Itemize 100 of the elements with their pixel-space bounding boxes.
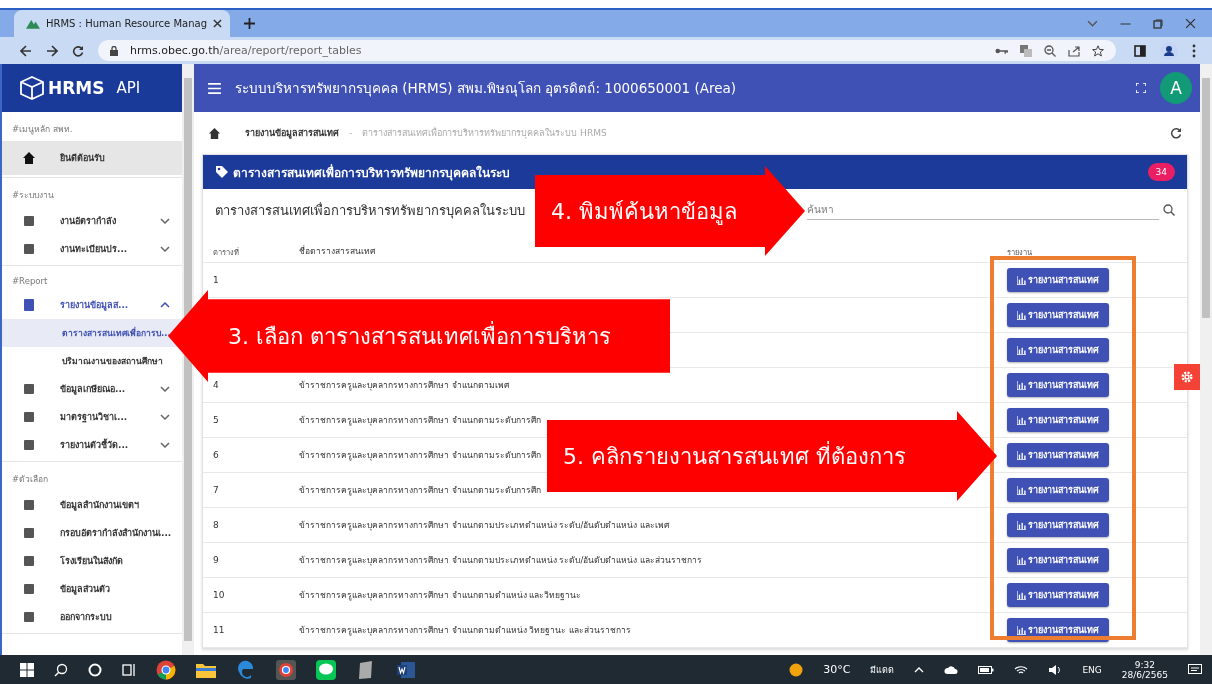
table-cell: ข้าราชการครูและบุคลากรทางการศึกษา จำแนกตามระดับการศึก [299, 415, 541, 425]
restore-icon[interactable] [1153, 18, 1163, 29]
report-button[interactable]: รายงานสารสนเทศ [1007, 373, 1109, 397]
wifi-icon[interactable] [1014, 664, 1029, 675]
speaker-icon[interactable] [1048, 663, 1063, 676]
report-button[interactable]: รายงานสารสนเทศ [1007, 338, 1109, 362]
breadcrumb-link[interactable]: รายงานข้อมูลสารสนเทศ [245, 126, 339, 140]
table-cell: ข้าราชการครูและบุคลากรทางการศึกษา จำแนกตามประเภทตำแหน่ง ระดับ/อันดับตำแหน่ง และเพศ [299, 520, 669, 530]
report-button[interactable]: รายงานสารสนเทศ [1007, 548, 1109, 572]
bar-chart-icon [1017, 625, 1026, 635]
bar-chart-icon [1017, 415, 1026, 425]
column-header: ชื่อตารางสารสนเทศ [299, 244, 376, 258]
count-badge: 34 [1147, 163, 1175, 181]
temperature-text: 30°C [823, 663, 851, 676]
zoom-out-icon[interactable] [1044, 44, 1056, 57]
report-button[interactable]: รายงานสารสนเทศ [1007, 303, 1109, 327]
submenu-item[interactable]: ปริมาณงานของสถานศึกษา [2, 347, 182, 375]
scrollbar[interactable] [182, 64, 194, 655]
bar-chart-icon [1017, 275, 1026, 285]
menu-item[interactable]: กรอบอัตรากำลังสำนักงานเ... [2, 519, 182, 547]
section-header: #Report [11, 275, 49, 288]
chevron-up-icon[interactable] [914, 666, 925, 673]
menu-item[interactable]: ข้อมูลเกษียณอ... [2, 375, 182, 403]
side-panel-icon[interactable] [1134, 44, 1146, 57]
chat-icon[interactable] [316, 659, 336, 680]
bar-chart-icon [1017, 345, 1026, 355]
refresh-icon[interactable] [1170, 127, 1182, 139]
new-tab-icon[interactable] [244, 18, 255, 29]
language-indicator[interactable]: ENG [1082, 664, 1102, 675]
report-button[interactable]: รายงานสารสนเทศ [1007, 583, 1109, 607]
more-icon[interactable] [1192, 43, 1196, 58]
table-cell: 8 [213, 520, 219, 530]
bar-chart-icon [1017, 450, 1026, 460]
menu-item[interactable]: ข้อมูลส่วนตัว [2, 575, 182, 603]
translate-icon[interactable] [1020, 44, 1032, 57]
report-button[interactable]: รายงานสารสนเทศ [1007, 408, 1109, 432]
browser-tab[interactable]: HRMS : Human Resource Manag [14, 10, 230, 37]
forward-icon[interactable] [46, 44, 58, 57]
search-icon [1163, 204, 1175, 216]
cloud-icon[interactable] [944, 664, 959, 675]
box-logo-icon [20, 76, 44, 100]
circle-icon[interactable] [88, 662, 102, 677]
report-button[interactable]: รายงานสารสนเทศ [1007, 268, 1109, 292]
bar-chart-icon [1017, 485, 1026, 495]
callout-text: 4. พิมพ์ค้นหาข้อมูล [550, 197, 737, 227]
menu-item[interactable]: งานอัตรากำลัง [2, 207, 182, 235]
folder-icon[interactable] [196, 661, 216, 678]
table-cell: 1 [213, 275, 219, 285]
logo-subtitle: API [116, 79, 141, 97]
battery-icon[interactable] [978, 665, 995, 674]
table-cell: ข้าราชการครูและบุคลากรทางการศึกษา จำแนกตามระดับการศึก [299, 450, 541, 460]
share-icon[interactable] [1068, 44, 1080, 57]
table-cell: ข้าราชการครูและบุคลากรทางการศึกษา จำแนกตามประเภทตำแหน่ง ระดับ/อันดับตำแหน่ง และส่วนราชการ [299, 555, 702, 565]
report-button[interactable]: รายงานสารสนเทศ [1007, 443, 1109, 467]
clock-time[interactable]: 9:32 [1134, 659, 1156, 670]
submenu-item[interactable]: ตารางสารสนเทศเพื่อการบ... [2, 319, 182, 347]
chevron-down-icon[interactable] [1087, 20, 1098, 27]
breadcrumb-current: ตารางสารสนเทศเพื่อการบริหารทรัพยากรบุคคลในระบบ HRMS [362, 126, 607, 140]
close-icon[interactable] [213, 19, 222, 28]
table-cell: 9 [213, 555, 219, 565]
star-icon[interactable] [1092, 44, 1104, 57]
search-icon[interactable] [54, 662, 68, 677]
settings-button[interactable] [1174, 364, 1200, 390]
menu-item[interactable]: ยินดีต้อนรับ [2, 141, 182, 175]
report-button[interactable]: รายงานสารสนเทศ [1007, 478, 1109, 502]
back-icon[interactable] [20, 44, 32, 57]
menu-item[interactable]: ข้อมูลสำนักงานเขตฯ [2, 491, 182, 519]
scrollbar[interactable] [1200, 64, 1212, 655]
callout-text: 3. เลือก ตารางสารสนเทศเพื่อการบริหาร [227, 320, 611, 351]
section-header: #ตัวเลือก [11, 473, 50, 486]
table-cell: ข้าราชการครูและบุคลากรทางการศึกษา จำแนกตามตำแหน่ง วิทยฐานะ และส่วนราชการ [299, 625, 632, 635]
clock-date[interactable]: 28/6/2565 [1121, 669, 1168, 680]
menu-item[interactable]: รายงานข้อมูลส... [2, 291, 182, 319]
address-field[interactable]: hrms.obec.go.th/area/report/report_tables [98, 40, 1116, 61]
menu-item[interactable]: มาตรฐานวิชาเ... [2, 403, 182, 431]
lock-icon [110, 45, 118, 56]
report-button[interactable]: รายงานสารสนเทศ [1007, 513, 1109, 537]
table-cell: 6 [213, 450, 219, 460]
bar-chart-icon [1017, 590, 1026, 600]
menu-item[interactable]: รายงานตัวชี้วัด... [2, 431, 182, 459]
menu-item[interactable]: โรงเรียนในสังกัด [2, 547, 182, 575]
user-avatar[interactable]: A [1160, 72, 1192, 104]
mountain-icon [26, 18, 40, 29]
close-icon[interactable] [1185, 18, 1196, 29]
word-icon[interactable] [396, 659, 416, 680]
windows-icon[interactable] [20, 662, 34, 677]
edge-icon[interactable] [236, 659, 256, 680]
reload-icon[interactable] [72, 44, 84, 57]
notification-icon[interactable] [1188, 663, 1202, 676]
bar-chart-icon [1017, 380, 1026, 390]
menu-item[interactable]: งานทะเบียนปร... [2, 235, 182, 263]
section-header: #ระบบงาน [11, 189, 56, 202]
table-cell: 4 [213, 380, 219, 390]
menu-item[interactable]: ออกจากระบบ [2, 603, 182, 631]
task-view-icon[interactable] [122, 662, 136, 677]
key-icon[interactable] [995, 46, 1008, 55]
home-icon[interactable] [208, 126, 221, 140]
search-field[interactable]: ค้นหา [807, 200, 1159, 220]
bar-chart-icon [1017, 555, 1026, 565]
fullscreen-icon[interactable] [1136, 83, 1146, 93]
